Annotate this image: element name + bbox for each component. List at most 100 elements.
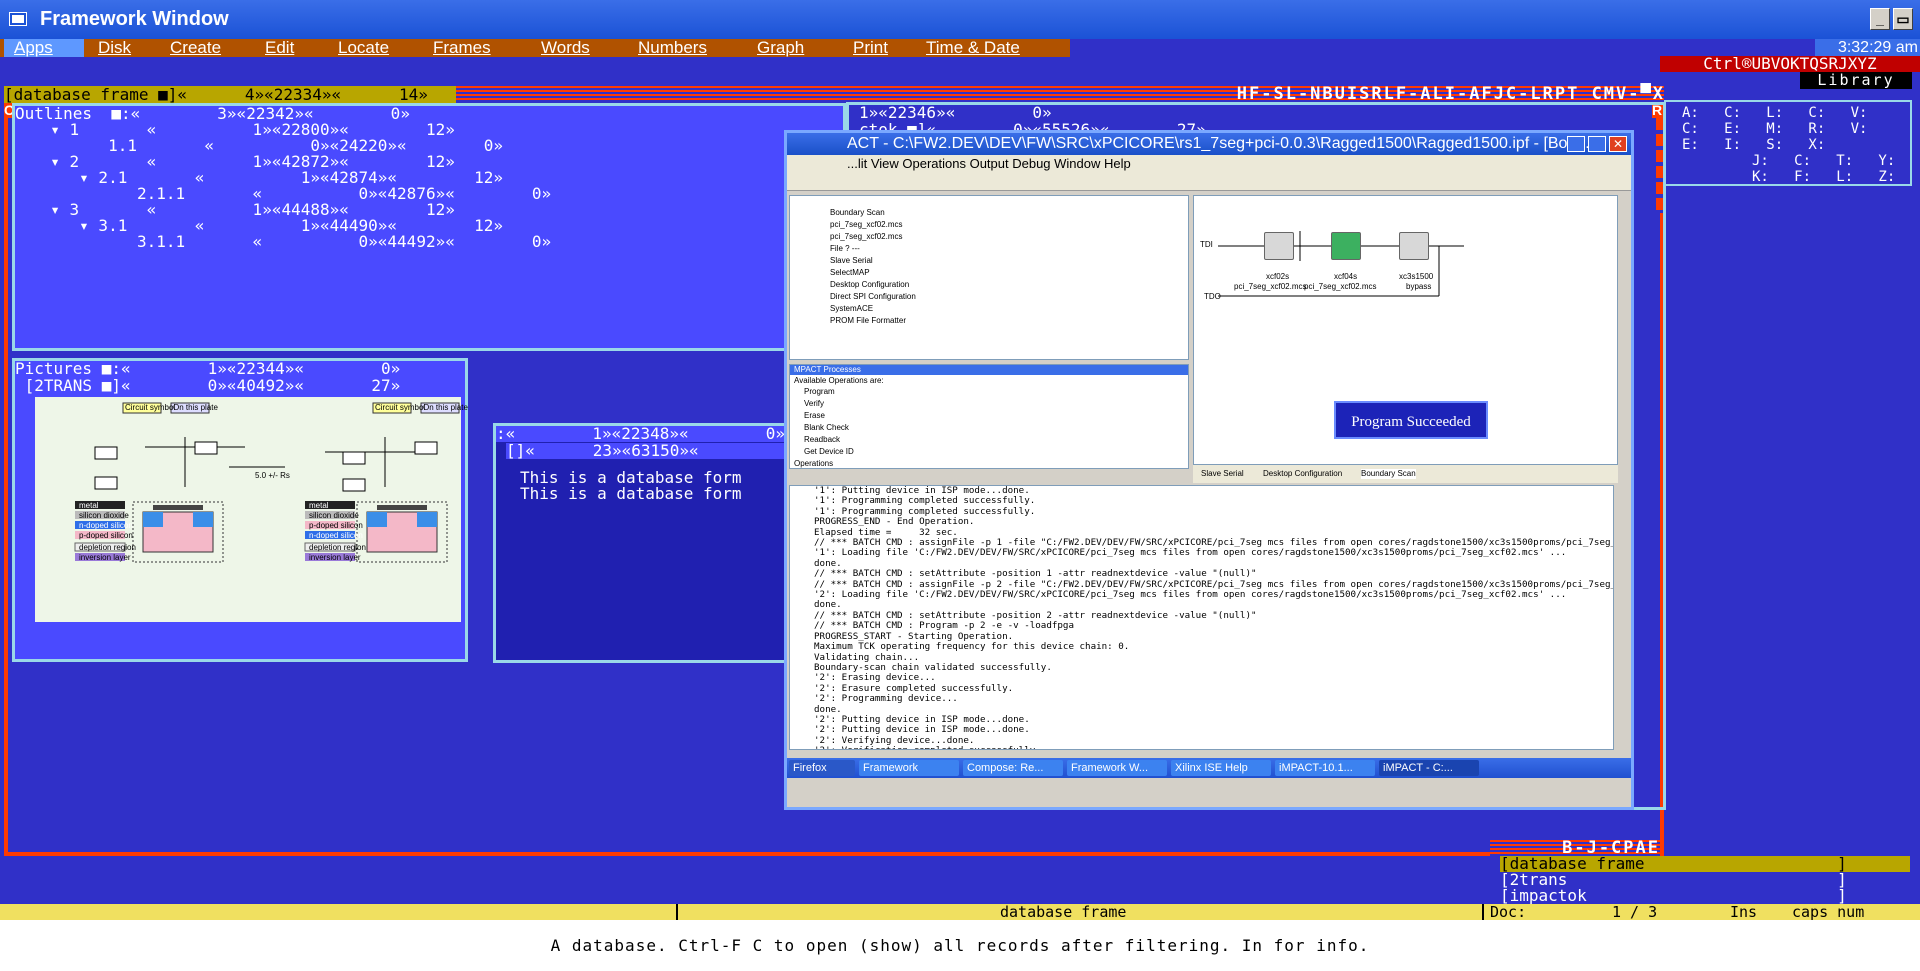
pictures-window[interactable]: Pictures ■:« 1»«22344»« 0» [2TRANS ■]« 0… [12,358,468,662]
flow-item: Direct SPI Configuration [830,292,916,301]
maximize-button[interactable]: ▭ [1893,8,1913,30]
drive-row[interactable]: J: C: T: Y: [1752,154,1895,168]
op-item: Get Device ID [804,447,854,456]
flow-item: PROM File Formatter [830,316,907,325]
menu-numbers[interactable]: Numbers [638,39,707,57]
legend-item: depletion region [79,543,136,552]
taskbar-item: Framework [859,760,959,776]
minimize-button[interactable]: _ [1870,8,1890,30]
frame-control-strip[interactable]: HF-SL-NBUISRLF-ALI-AFJC-LRPT CMV-▀X [975,86,1665,103]
taskbar-item: Firefox [789,760,855,776]
chip-icon [1399,232,1429,260]
legend-item: silicon dioxide [309,511,359,520]
schematic-label: Circuit symbol [125,403,176,412]
frame-list-item[interactable]: [impactok ] [1500,888,1910,904]
drive-row[interactable]: K: F: L: Z: [1752,170,1895,184]
menu-bar: Apps Disk Create Edit Locate Frames Word… [0,39,1070,57]
schematic-label: On this plate [423,403,468,412]
flow-item: File ? --- [830,244,860,253]
menu-locate[interactable]: Locate [338,39,389,57]
status-bar: database frame Doc: 1 / 3 Ins caps num [0,904,1920,920]
message-line: A database. Ctrl-F C to open (show) all … [0,920,1920,971]
console-line: '2': Verification completed successfully… [790,745,1613,749]
tdo-label: TDO [1204,292,1221,301]
outlines-window[interactable]: Outlines ■:« 3»«22342»« 0» ▾ 1 « 1»«2280… [12,103,846,351]
boundary-scan-diagram: TDI TDO xcf02s pci_7seg_xcf02.mcs xcf04s… [1193,195,1618,465]
menu-time-date[interactable]: Time & Date [926,39,1020,57]
tdi-label: TDI [1200,240,1213,249]
menu-print[interactable]: Print [853,39,888,57]
drive-row[interactable]: E: I: S: X: [1682,138,1825,152]
menu-frames[interactable]: Frames [433,39,491,57]
library-button[interactable]: Library [1800,72,1912,89]
impact-toolbar [787,173,1631,191]
legend-item: inversion layer [79,553,131,562]
impact-max-button [1588,136,1606,152]
taskbar-item: Compose: Re... [963,760,1063,776]
pictures-subheader[interactable]: [2TRANS ■]« 0»«40492»« 27» [15,378,415,394]
window-icon[interactable] [10,13,26,25]
op-item: Erase [804,411,825,420]
op-item: Readback [804,435,841,444]
transistor-schematic: Circuit symbol On this plate Circuit sym… [35,397,468,622]
legend-item: metal [79,501,99,510]
frame-list: [database frame ] [2trans ] [impactok ] [1500,856,1910,904]
chip-icon [1331,232,1361,260]
menu-apps[interactable]: Apps [4,39,84,57]
taskbar-item: Framework W... [1067,760,1167,776]
program-succeeded-banner: Program Succeeded [1334,401,1488,439]
outline-row[interactable]: 3.1.1 « 0»«44492»« 0» [31,234,551,250]
impact-tab: Slave Serial [1201,469,1244,478]
xp-taskbar: Firefox Framework Compose: Re... Framewo… [787,758,1631,778]
impactok-header[interactable]: 1»«22346»« 0» [859,105,1159,121]
impact-screenshot: ACT - C:\FW2.DEV\DEV\FW\SRC\xPCICORE\rs1… [784,130,1634,810]
form-header[interactable]: :« 1»«22348»« 0» [496,426,790,442]
status-ins: Ins [1730,903,1758,921]
menu-create[interactable]: Create [170,39,221,57]
op-item: Program [804,387,835,396]
drive-row[interactable]: C: E: M: R: V: [1682,122,1867,136]
output-console: '1': Putting device in ISP mode...done. '… [789,485,1614,750]
schematic-label: Circuit symbol [375,403,426,412]
impact-tab: Boundary Scan [1361,469,1416,479]
status-frame-name: database frame [1000,903,1127,921]
impact-title: ACT - C:\FW2.DEV\DEV\FW\SRC\xPCICORE\rs1… [787,133,1631,155]
schematic-mid-label: 5.0 +/- Rs [255,471,290,480]
flow-item: SystemACE [830,304,874,313]
menu-words[interactable]: Words [541,39,590,57]
drive-panel: A: C: L: C: V: C: E: M: R: V: E: I: S: X… [1664,100,1912,186]
taskbar-item: iMPACT - C:... [1379,760,1479,776]
chip-icon [1264,232,1294,260]
form-window[interactable]: :« 1»«22348»« 0» []« 23»«63150»« This is… [493,423,793,663]
ops-tab: Operations [794,459,834,468]
impact-min-button [1567,136,1585,152]
op-item: Blank Check [804,423,849,432]
drive-row[interactable]: A: C: L: C: V: [1682,106,1867,120]
flow-item: Boundary Scan [830,208,885,217]
chip-name: xc3s1500 [1399,272,1434,281]
status-pages: 1 / 3 [1612,903,1658,921]
console-line: '1': Loading file 'C:/FW2.DEV/DEV/FW/SRC… [814,547,1567,559]
schematic-label: On this plate [173,403,218,412]
menu-graph[interactable]: Graph [757,39,804,57]
flow-item: pci_7seg_xcf02.mcs [830,220,903,229]
pictures-header[interactable]: Pictures ■:« 1»«22344»« 0» [15,361,400,377]
form-text: This is a database form [520,484,742,503]
impact-tabs: Slave Serial Desktop Configuration Bound… [1193,465,1618,483]
database-frame-header[interactable]: [database frame ■]« 4»«22334»« 14» [4,86,456,103]
legend-item: metal [309,501,329,510]
status-caps: caps num [1792,903,1865,921]
taskbar-item: iMPACT-10.1... [1275,760,1375,776]
flow-panel: Boundary Scan pci_7seg_xcf02.mcs pci_7se… [789,195,1189,360]
form-subheader[interactable]: []« 23»«63150»« [506,443,790,459]
status-doc-label: Doc: [1490,903,1527,921]
menu-edit[interactable]: Edit [265,39,294,57]
impact-close-icon: ✕ [1609,136,1627,152]
legend-item: silicon dioxide [79,511,129,520]
chip-name: xcf04s [1334,272,1358,281]
console-line: Maximum TCK operating frequency for this… [814,641,1130,653]
menu-disk[interactable]: Disk [98,39,131,57]
chip-file: pci_7seg_xcf02.mcs [1234,282,1307,291]
ctrl-keys: Ctrl®UBVOKTQSRJXYZ [1660,56,1920,72]
impact-menu: ...lit View Operations Output Debug Wind… [787,155,1631,173]
